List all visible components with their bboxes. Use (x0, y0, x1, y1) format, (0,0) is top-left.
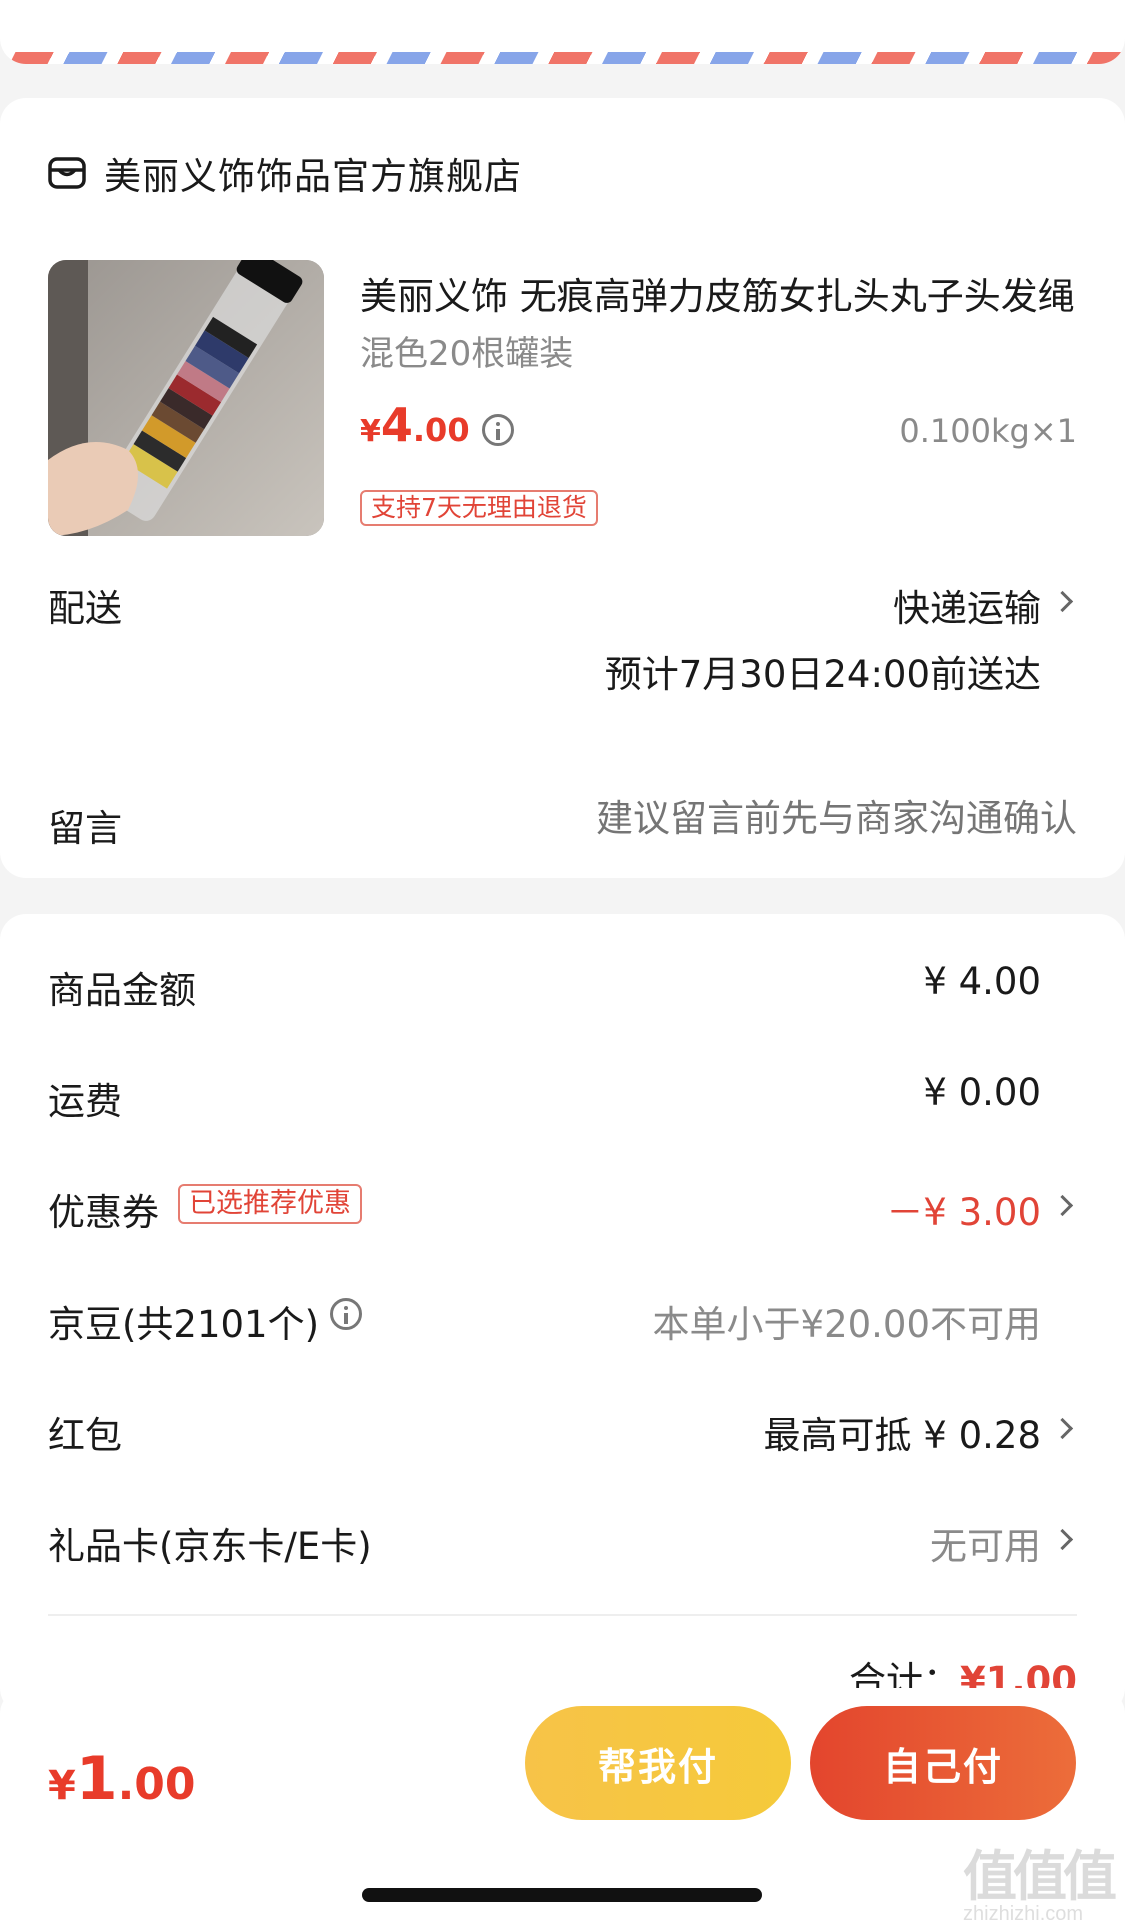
return-policy-badge: 支持7天无理由退货 (360, 490, 598, 526)
delivery-method[interactable]: 快递运输 (893, 578, 1041, 632)
chevron-right-icon[interactable] (1053, 582, 1077, 622)
goods-amount-label: 商品金额 (48, 969, 196, 1012)
product-image[interactable] (48, 260, 324, 536)
checkout-bar: ¥ 1 .00 帮我付 自己付 (0, 1688, 1125, 1928)
price-info-icon[interactable] (482, 414, 514, 446)
price-currency: ¥ (360, 414, 381, 449)
price-summary-card: 商品金额 ¥ 4.00 运费 ¥ 0.00 优惠券 已选推荐优惠 －¥ 3.00… (0, 914, 1125, 1714)
payable-integer: 1 (75, 1744, 118, 1814)
shop-header[interactable]: 美丽义饰饰品官方旗舰店 (48, 146, 522, 200)
product-spec: 混色20根罐装 (360, 334, 574, 374)
shop-name: 美丽义饰饰品官方旗舰店 (104, 155, 522, 198)
chevron-right-icon[interactable] (1053, 1520, 1077, 1560)
chevron-right-icon[interactable] (1053, 1409, 1077, 1449)
order-card: 美丽义饰饰品官方旗舰店 美丽义饰 无痕高弹力皮筋女扎头丸子头发绳 混色20根罐装… (0, 98, 1125, 878)
product-title[interactable]: 美丽义饰 无痕高弹力皮筋女扎头丸子头发绳 (360, 266, 1080, 320)
store-icon (48, 157, 86, 189)
gift-card-label: 礼品卡(京东卡/E卡) (48, 1525, 372, 1568)
price-integer: 4 (380, 398, 413, 452)
gift-card-value[interactable]: 无可用 (930, 1516, 1041, 1570)
watermark: 值值值 zhizhizhi.com (963, 1845, 1117, 1925)
payable-currency: ¥ (48, 1763, 76, 1809)
product-photo (48, 260, 324, 536)
payable-decimal: .00 (117, 1759, 196, 1810)
help-me-pay-button[interactable]: 帮我付 (525, 1706, 791, 1820)
pay-myself-button[interactable]: 自己付 (810, 1706, 1076, 1820)
price-decimal: .00 (412, 411, 470, 449)
goods-amount-value: ¥ 4.00 (923, 960, 1041, 1003)
product-weight: 0.100kg×1 (899, 412, 1077, 450)
watermark-logo: 值值值 (963, 1845, 1117, 1908)
payable-amount: ¥ 1 .00 (48, 1744, 196, 1814)
message-input[interactable] (517, 798, 1077, 840)
jd-beans-label: 京豆(共2101个) (48, 1303, 320, 1346)
coupon-selected-badge: 已选推荐优惠 (178, 1184, 362, 1224)
jd-beans-value: 本单小于¥20.00不可用 (652, 1303, 1041, 1346)
shipping-fee-label: 运费 (48, 1080, 122, 1123)
message-label: 留言 (48, 807, 122, 850)
airmail-stripe (0, 52, 1125, 64)
delivery-eta: 预计7月30日24:00前送达 (604, 653, 1041, 696)
red-packet-label: 红包 (48, 1414, 122, 1457)
product-price: ¥ 4 .00 (360, 398, 470, 452)
shipping-fee-value: ¥ 0.00 (923, 1071, 1041, 1114)
divider (48, 1614, 1077, 1616)
delivery-label: 配送 (48, 587, 122, 630)
jd-beans-info-icon[interactable] (330, 1298, 362, 1330)
red-packet-value[interactable]: 最高可抵 ¥ 0.28 (764, 1405, 1041, 1459)
coupon-label: 优惠券 (48, 1191, 159, 1234)
coupon-value[interactable]: －¥ 3.00 (886, 1182, 1041, 1236)
address-card[interactable] (0, 0, 1125, 64)
home-indicator (362, 1888, 762, 1902)
chevron-right-icon[interactable] (1053, 1186, 1077, 1226)
